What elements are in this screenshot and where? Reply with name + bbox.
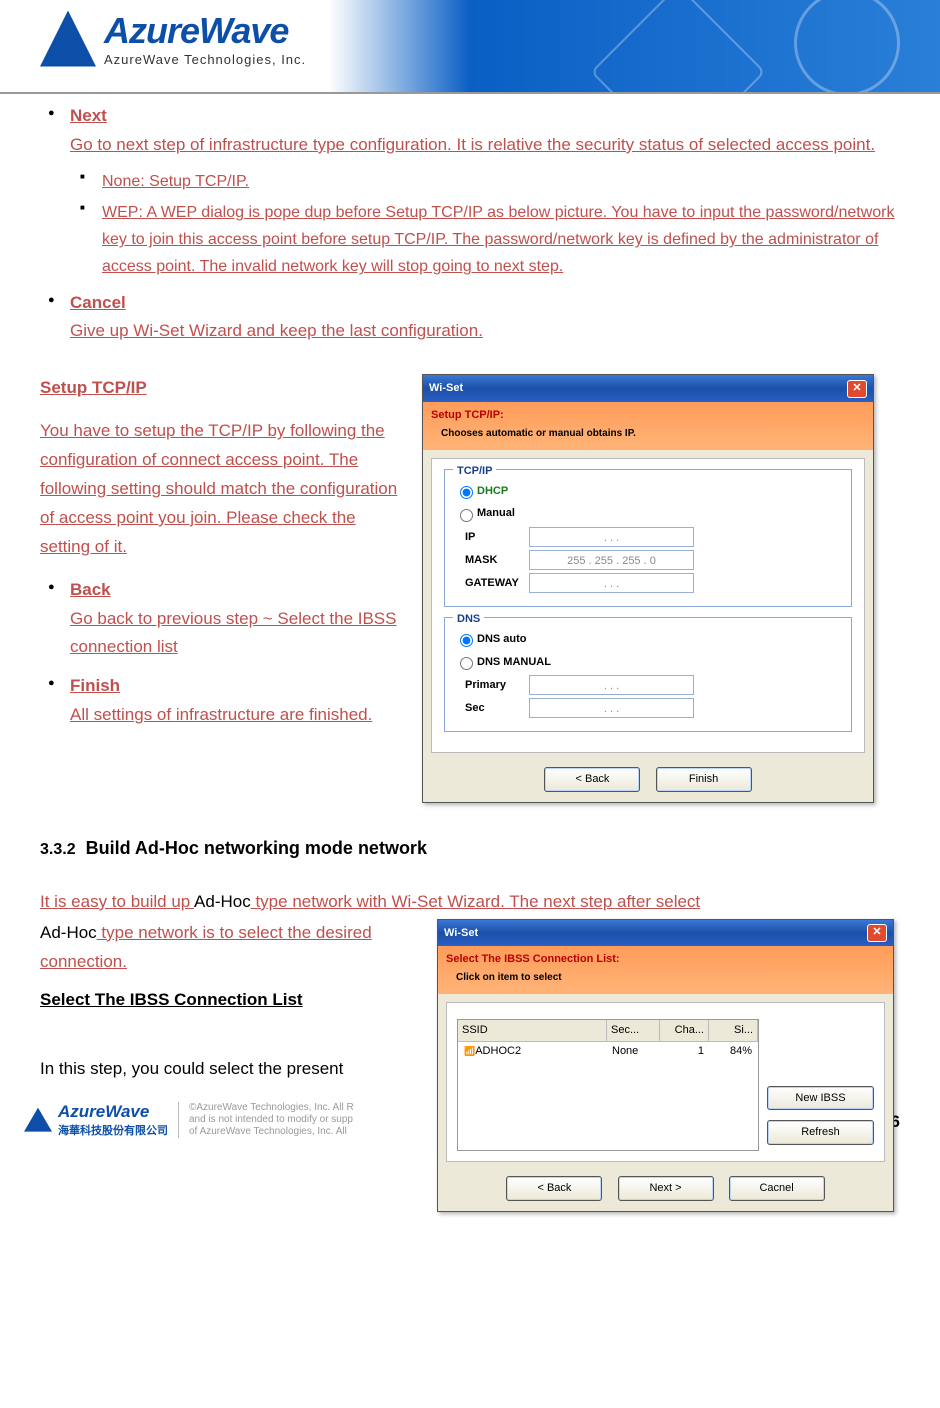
term-finish: Finish — [70, 676, 120, 695]
next-button[interactable]: Next > — [618, 1176, 714, 1201]
desc-finish: All settings of infrastructure are finis… — [70, 705, 372, 724]
dialog-title: Wi-Set — [429, 379, 463, 398]
sub-none: None: Setup TCP/IP. — [102, 173, 249, 190]
term-cancel: Cancel — [70, 293, 126, 312]
dialog-subtitle2: Chooses automatic or manual obtains IP. — [431, 425, 865, 442]
col-cha[interactable]: Cha... — [660, 1020, 709, 1041]
header-logo-text: AzureWave AzureWave Technologies, Inc. — [104, 10, 306, 67]
list-item-next: Next Go to next step of infrastructure t… — [70, 102, 900, 281]
label-primary: Primary — [465, 676, 529, 695]
col-sec[interactable]: Sec... — [607, 1020, 660, 1041]
sub-wep: WEP: A WEP dialog is pope dup before Set… — [102, 204, 894, 275]
action-list: Next Go to next step of infrastructure t… — [40, 102, 900, 346]
header-brand: AzureWave — [104, 10, 306, 52]
heading-setup-tcpip: Setup TCP/IP — [40, 374, 410, 403]
header-tagline: AzureWave Technologies, Inc. — [104, 52, 306, 67]
dialog-titlebar-2: Wi-Set ✕ — [438, 920, 893, 947]
label-dns-auto: DNS auto — [477, 630, 527, 649]
list-item-finish-action: Finish All settings of infrastructure ar… — [70, 672, 410, 730]
close-icon[interactable]: ✕ — [847, 380, 867, 398]
list-item-back: Back Go back to previous step ~ Select t… — [70, 576, 410, 663]
back-button[interactable]: < Back — [506, 1176, 602, 1201]
header-logo-area: AzureWave AzureWave Technologies, Inc. — [40, 10, 306, 67]
label-manual: Manual — [477, 504, 515, 523]
listbox-header: SSID Sec... Cha... Si... — [458, 1020, 758, 1042]
dialog-footer: < Back Finish — [423, 761, 873, 802]
desc-next: Go to next step of infrastructure type c… — [70, 135, 875, 154]
groupbox-dns: DNS DNS auto DNS MANUAL Primary. . . Sec… — [444, 617, 852, 732]
col-ssid[interactable]: SSID — [458, 1020, 607, 1041]
dialog-subtitle-3: Select The IBSS Connection List: — [446, 953, 620, 965]
dialog-subtitle: Setup TCP/IP: — [431, 409, 504, 421]
dialog-subhead-2: Select The IBSS Connection List: Click o… — [438, 946, 893, 994]
label-sec: Sec — [465, 699, 529, 718]
desc-cancel: Give up Wi-Set Wizard and keep the last … — [70, 321, 483, 340]
field-gateway[interactable]: . . . — [529, 573, 694, 593]
groupbox-tcpip: TCP/IP DHCP Manual IP. . . MASK255 . 255… — [444, 469, 852, 607]
label-gateway: GATEWAY — [465, 574, 529, 593]
label-ip: IP — [465, 528, 529, 547]
finish-button[interactable]: Finish — [656, 767, 752, 792]
label-dhcp: DHCP — [477, 482, 508, 501]
radio-dhcp[interactable] — [460, 486, 473, 499]
label-mask: MASK — [465, 551, 529, 570]
dialog-titlebar: Wi-Set ✕ — [423, 375, 873, 402]
col-si[interactable]: Si... — [709, 1020, 758, 1041]
field-primary[interactable]: . . . — [529, 675, 694, 695]
sub-list-next: None: Setup TCP/IP. WEP: A WEP dialog is… — [70, 168, 900, 281]
back-button[interactable]: < Back — [544, 767, 640, 792]
para-setup-tcpip: You have to setup the TCP/IP by followin… — [40, 417, 410, 561]
close-icon[interactable]: ✕ — [867, 924, 887, 942]
groupbox-label-dns: DNS — [453, 610, 484, 629]
refresh-button[interactable]: Refresh — [767, 1120, 874, 1145]
section-number: 3.3.2 — [40, 841, 76, 858]
field-mask[interactable]: 255 . 255 . 255 . 0 — [529, 550, 694, 570]
cancel-button[interactable]: Cacnel — [729, 1176, 825, 1201]
new-ibss-button[interactable]: New IBSS — [767, 1086, 874, 1111]
ibss-listbox[interactable]: SSID Sec... Cha... Si... 📶ADHOC2 None 1 … — [457, 1019, 759, 1151]
para-adhoc-intro: It is easy to build up Ad-Hoc type netwo… — [40, 888, 900, 917]
dialog-subhead: Setup TCP/IP: Chooses automatic or manua… — [423, 402, 873, 450]
radio-manual[interactable] — [460, 509, 473, 522]
list-item-cancel: Cancel Give up Wi-Set Wizard and keep th… — [70, 289, 900, 347]
desc-back: Go back to previous step ~ Select the IB… — [70, 609, 397, 657]
azurewave-logo-icon — [40, 11, 96, 67]
term-next: Next — [70, 106, 107, 125]
radio-dns-auto[interactable] — [460, 634, 473, 647]
adhoc-plain-2: Ad-Hoc — [40, 923, 97, 942]
radio-dns-manual[interactable] — [460, 657, 473, 670]
field-sec[interactable]: . . . — [529, 698, 694, 718]
heading-ibss-list: Select The IBSS Connection List — [40, 986, 425, 1015]
listbox-row[interactable]: 📶ADHOC2 None 1 84% — [458, 1042, 758, 1061]
label-dns-manual: DNS MANUAL — [477, 653, 551, 672]
term-back: Back — [70, 580, 111, 599]
para-last-line: In this step, you could select the prese… — [40, 1055, 425, 1084]
dialog-subtitle-4: Click on item to select — [446, 969, 885, 986]
field-ip[interactable]: . . . — [529, 527, 694, 547]
dialog-footer-2: < Back Next > Cacnel — [438, 1170, 893, 1211]
header-decoration — [440, 0, 940, 92]
dialog-ibss-list: Wi-Set ✕ Select The IBSS Connection List… — [437, 919, 894, 1212]
section-title: Build Ad-Hoc networking mode network — [86, 838, 427, 858]
dialog-title-2: Wi-Set — [444, 924, 478, 943]
section-heading-332: 3.3.2 Build Ad-Hoc networking mode netwo… — [40, 833, 900, 864]
dialog-setup-tcpip: Wi-Set ✕ Setup TCP/IP: Chooses automatic… — [422, 374, 874, 803]
header-banner: AzureWave AzureWave Technologies, Inc. — [0, 0, 940, 94]
groupbox-label-tcpip: TCP/IP — [453, 462, 496, 481]
